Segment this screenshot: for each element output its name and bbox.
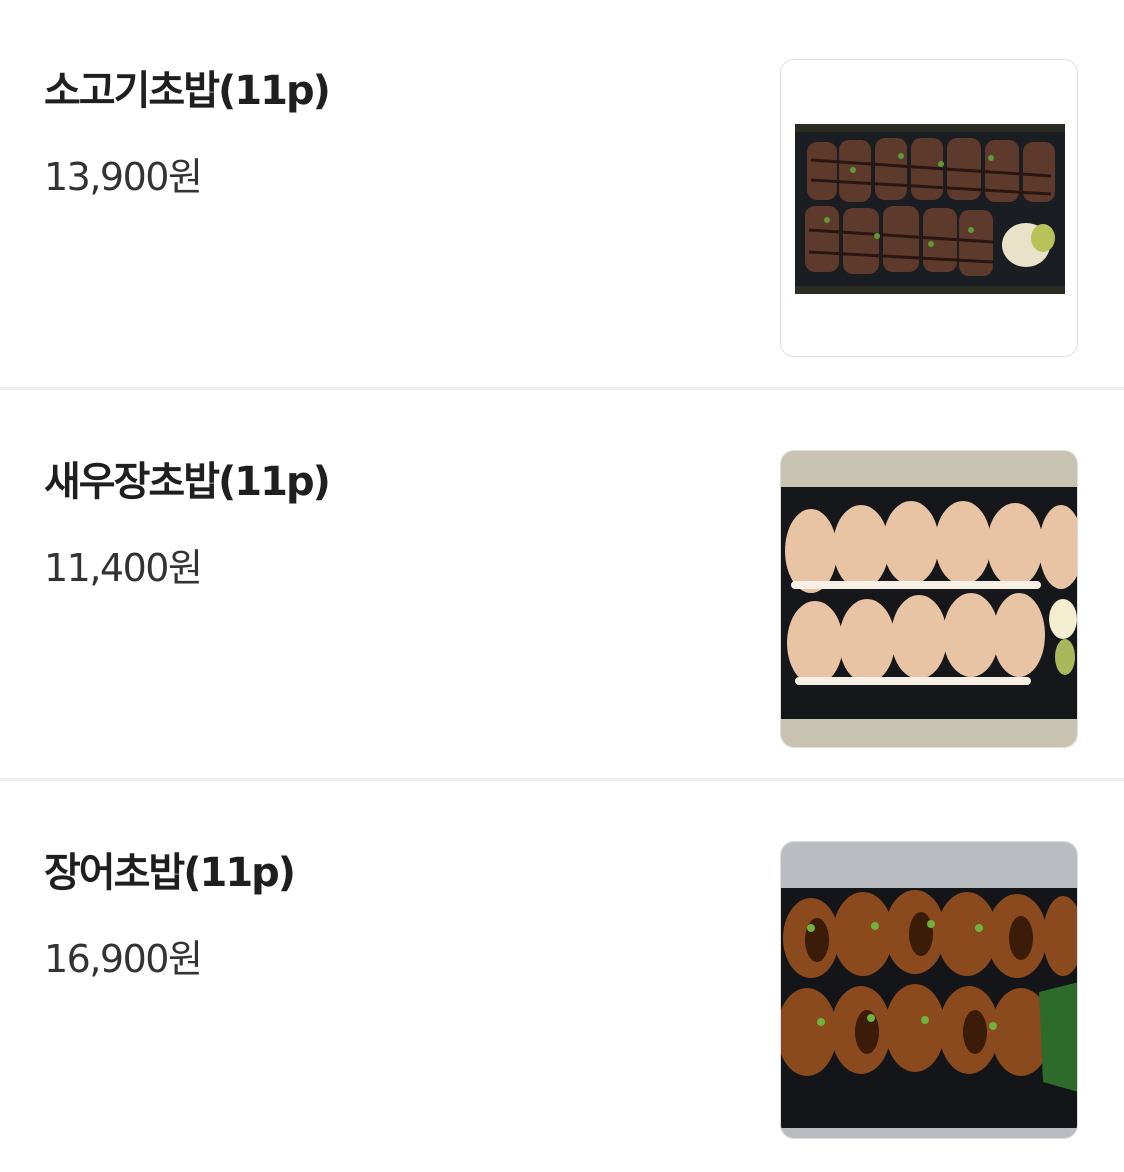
menu-item[interactable]: 새우장초밥(11p) 11,400원: [0, 391, 1124, 781]
eel-sushi-photo[interactable]: [780, 841, 1078, 1139]
menu-item-price: 13,900원: [44, 155, 203, 199]
menu-list: 소고기초밥(11p) 13,900원 새우장초밥(11p) 11,400원 장어…: [0, 0, 1124, 1143]
menu-item-name: 소고기초밥(11p): [44, 68, 331, 114]
shrimp-sushi-photo[interactable]: [780, 450, 1078, 748]
menu-item-name: 새우장초밥(11p): [44, 459, 331, 505]
menu-item[interactable]: 소고기초밥(11p) 13,900원: [0, 0, 1124, 390]
beef-sushi-photo[interactable]: [780, 59, 1078, 357]
menu-item-price: 16,900원: [44, 937, 203, 981]
menu-item-price: 11,400원: [44, 546, 203, 590]
menu-item-name: 장어초밥(11p): [44, 850, 296, 896]
menu-item[interactable]: 장어초밥(11p) 16,900원: [0, 782, 1124, 1172]
